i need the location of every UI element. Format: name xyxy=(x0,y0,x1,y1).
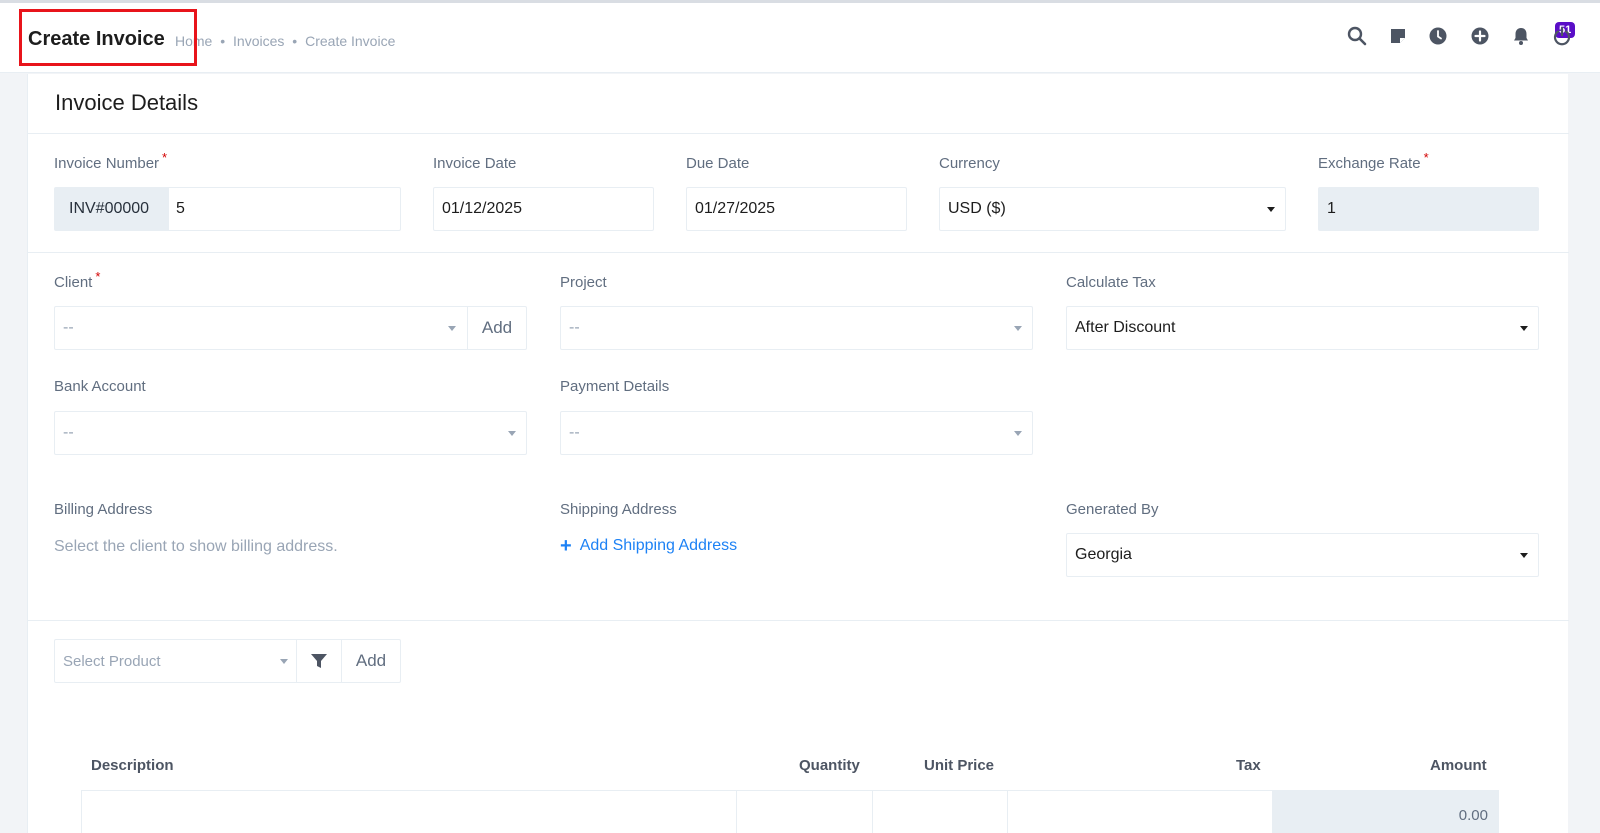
page-title: Create Invoice xyxy=(28,28,165,50)
breadcrumb: Home • Invoices • Create Invoice xyxy=(175,33,395,49)
chevron-down-icon xyxy=(1520,553,1528,558)
invoice-date-input[interactable]: 01/12/2025 xyxy=(433,187,654,231)
billing-address-hint: Select the client to show billing addres… xyxy=(54,538,338,555)
bank-account-label: Bank Account xyxy=(54,378,146,395)
chevron-down-icon xyxy=(508,431,516,436)
bank-account-placeholder: -- xyxy=(63,424,74,441)
clock-icon[interactable] xyxy=(1426,24,1450,48)
due-date-input[interactable]: 01/27/2025 xyxy=(686,187,907,231)
chevron-down-icon xyxy=(1267,207,1275,212)
add-client-button[interactable]: Add xyxy=(467,307,526,349)
add-shipping-address-label: Add Shipping Address xyxy=(579,537,738,554)
power-icon[interactable] xyxy=(1550,24,1574,48)
breadcrumb-separator: • xyxy=(292,33,298,49)
calculate-tax-select[interactable]: After Discount xyxy=(1066,306,1539,350)
bell-icon[interactable] xyxy=(1509,24,1533,48)
unit-price-input[interactable] xyxy=(872,790,1008,833)
plus-icon: + xyxy=(560,535,572,557)
currency-label: Currency xyxy=(939,155,1000,172)
invoice-number-label: Invoice Number * xyxy=(54,150,168,172)
project-select[interactable]: -- xyxy=(560,306,1033,350)
exchange-rate-value: 1 xyxy=(1327,200,1336,217)
card-title: Invoice Details xyxy=(55,90,199,115)
required-marker: * xyxy=(162,150,168,165)
amount-cell: 0.00 xyxy=(1272,790,1499,833)
add-shipping-address-link[interactable]: + Add Shipping Address xyxy=(560,535,738,557)
payment-details-select[interactable]: -- xyxy=(560,411,1033,455)
breadcrumb-home[interactable]: Home xyxy=(175,33,212,49)
chevron-down-icon xyxy=(448,326,456,331)
breadcrumb-current: Create Invoice xyxy=(305,33,396,49)
breadcrumb-invoices[interactable]: Invoices xyxy=(233,33,284,49)
exchange-rate-input: 1 xyxy=(1318,187,1539,231)
chevron-down-icon xyxy=(280,659,288,664)
chevron-down-icon xyxy=(1014,431,1022,436)
invoice-number-prefix: INV#00000 xyxy=(55,188,169,230)
invoice-date-label: Invoice Date xyxy=(433,155,517,172)
project-placeholder: -- xyxy=(569,319,580,336)
quantity-input[interactable] xyxy=(736,790,873,833)
divider xyxy=(28,252,1569,253)
generated-by-value: Georgia xyxy=(1075,546,1132,563)
invoice-date-value: 01/12/2025 xyxy=(442,200,523,217)
search-icon[interactable] xyxy=(1345,24,1369,48)
chevron-down-icon xyxy=(1520,326,1528,331)
table-header-amount: Amount xyxy=(1430,757,1487,774)
table-header-unit-price: Unit Price xyxy=(924,757,995,774)
client-placeholder: -- xyxy=(63,319,74,336)
sticky-note-icon[interactable] xyxy=(1386,24,1410,48)
payment-details-placeholder: -- xyxy=(569,424,580,441)
filter-button[interactable] xyxy=(296,640,341,682)
generated-by-select[interactable]: Georgia xyxy=(1066,533,1539,577)
calculate-tax-value: After Discount xyxy=(1075,319,1176,336)
currency-select[interactable]: USD ($) xyxy=(939,187,1286,231)
table-header-quantity: Quantity xyxy=(799,757,860,774)
currency-value: USD ($) xyxy=(948,200,1006,217)
add-product-button[interactable]: Add xyxy=(341,640,400,682)
table-header-tax: Tax xyxy=(1236,757,1261,774)
client-label: Client * xyxy=(54,269,101,291)
chevron-down-icon xyxy=(1014,326,1022,331)
payment-details-label: Payment Details xyxy=(560,378,670,395)
tax-select[interactable] xyxy=(1007,790,1273,833)
description-input[interactable] xyxy=(81,790,737,833)
table-header-description: Description xyxy=(91,757,174,774)
filter-icon xyxy=(311,654,327,668)
required-marker: * xyxy=(95,269,101,284)
divider xyxy=(28,133,1569,134)
shipping-address-label: Shipping Address xyxy=(560,501,677,518)
amount-value: 0.00 xyxy=(1458,807,1488,824)
required-marker: * xyxy=(1423,150,1429,165)
generated-by-label: Generated By xyxy=(1066,501,1159,518)
due-date-value: 01/27/2025 xyxy=(695,200,776,217)
due-date-label: Due Date xyxy=(686,155,750,172)
select-product-placeholder[interactable]: Select Product xyxy=(63,653,161,670)
project-label: Project xyxy=(560,274,607,291)
divider xyxy=(28,620,1569,621)
select-product-group: Select Product Add xyxy=(54,639,401,683)
exchange-rate-label: Exchange Rate * xyxy=(1318,150,1429,172)
bank-account-select[interactable]: -- xyxy=(54,411,527,455)
calculate-tax-label: Calculate Tax xyxy=(1066,274,1156,291)
client-select[interactable]: -- Add xyxy=(54,306,527,350)
page-header: Create Invoice Home • Invoices • Create … xyxy=(0,3,1600,73)
invoice-details-card: Invoice Details Invoice Number * INV#0000… xyxy=(27,74,1569,833)
billing-address-label: Billing Address xyxy=(54,501,153,518)
invoice-number-value: 5 xyxy=(176,200,185,217)
plus-circle-icon[interactable] xyxy=(1468,24,1492,48)
invoice-number-field[interactable]: INV#00000 5 xyxy=(54,187,401,231)
breadcrumb-separator: • xyxy=(220,33,226,49)
